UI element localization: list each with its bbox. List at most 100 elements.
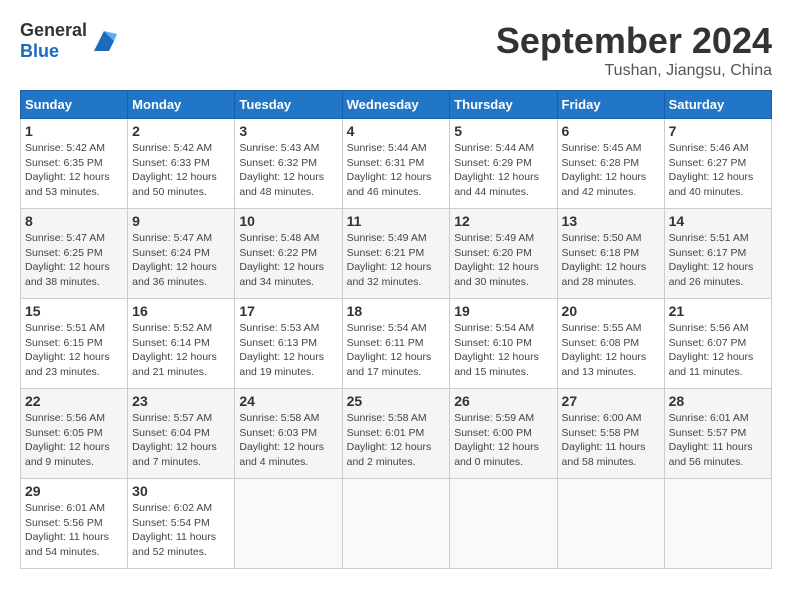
calendar-cell: 28 Sunrise: 6:01 AM Sunset: 5:57 PM Dayl… xyxy=(664,389,771,479)
calendar-cell: 23 Sunrise: 5:57 AM Sunset: 6:04 PM Dayl… xyxy=(128,389,235,479)
month-title: September 2024 xyxy=(496,20,772,62)
calendar-cell: 13 Sunrise: 5:50 AM Sunset: 6:18 PM Dayl… xyxy=(557,209,664,299)
calendar-header-sunday: Sunday xyxy=(21,91,128,119)
day-info: Sunrise: 6:00 AM Sunset: 5:58 PM Dayligh… xyxy=(562,411,660,470)
day-info: Sunrise: 5:43 AM Sunset: 6:32 PM Dayligh… xyxy=(239,141,337,200)
calendar-cell: 27 Sunrise: 6:00 AM Sunset: 5:58 PM Dayl… xyxy=(557,389,664,479)
calendar-week-3: 15 Sunrise: 5:51 AM Sunset: 6:15 PM Dayl… xyxy=(21,299,772,389)
calendar-cell: 3 Sunrise: 5:43 AM Sunset: 6:32 PM Dayli… xyxy=(235,119,342,209)
day-number: 23 xyxy=(132,393,230,409)
day-info: Sunrise: 5:59 AM Sunset: 6:00 PM Dayligh… xyxy=(454,411,552,470)
day-info: Sunrise: 5:42 AM Sunset: 6:35 PM Dayligh… xyxy=(25,141,123,200)
logo-general: General xyxy=(20,20,87,40)
day-number: 26 xyxy=(454,393,552,409)
day-info: Sunrise: 5:56 AM Sunset: 6:05 PM Dayligh… xyxy=(25,411,123,470)
calendar-cell: 2 Sunrise: 5:42 AM Sunset: 6:33 PM Dayli… xyxy=(128,119,235,209)
day-info: Sunrise: 6:02 AM Sunset: 5:54 PM Dayligh… xyxy=(132,501,230,560)
calendar-table: SundayMondayTuesdayWednesdayThursdayFrid… xyxy=(20,90,772,569)
day-info: Sunrise: 5:46 AM Sunset: 6:27 PM Dayligh… xyxy=(669,141,767,200)
calendar-week-1: 1 Sunrise: 5:42 AM Sunset: 6:35 PM Dayli… xyxy=(21,119,772,209)
calendar-cell xyxy=(342,479,450,569)
day-number: 3 xyxy=(239,123,337,139)
day-number: 6 xyxy=(562,123,660,139)
calendar-cell xyxy=(557,479,664,569)
day-number: 18 xyxy=(347,303,446,319)
day-number: 25 xyxy=(347,393,446,409)
day-info: Sunrise: 5:58 AM Sunset: 6:03 PM Dayligh… xyxy=(239,411,337,470)
day-number: 28 xyxy=(669,393,767,409)
day-info: Sunrise: 5:49 AM Sunset: 6:21 PM Dayligh… xyxy=(347,231,446,290)
calendar-cell: 26 Sunrise: 5:59 AM Sunset: 6:00 PM Dayl… xyxy=(450,389,557,479)
calendar-cell xyxy=(450,479,557,569)
day-number: 22 xyxy=(25,393,123,409)
logo-icon xyxy=(89,26,119,56)
day-info: Sunrise: 5:48 AM Sunset: 6:22 PM Dayligh… xyxy=(239,231,337,290)
day-info: Sunrise: 5:52 AM Sunset: 6:14 PM Dayligh… xyxy=(132,321,230,380)
calendar-cell xyxy=(235,479,342,569)
calendar-header-friday: Friday xyxy=(557,91,664,119)
day-info: Sunrise: 5:50 AM Sunset: 6:18 PM Dayligh… xyxy=(562,231,660,290)
location-title: Tushan, Jiangsu, China xyxy=(496,62,772,80)
calendar-cell: 14 Sunrise: 5:51 AM Sunset: 6:17 PM Dayl… xyxy=(664,209,771,299)
calendar-cell: 9 Sunrise: 5:47 AM Sunset: 6:24 PM Dayli… xyxy=(128,209,235,299)
day-number: 2 xyxy=(132,123,230,139)
day-info: Sunrise: 5:51 AM Sunset: 6:17 PM Dayligh… xyxy=(669,231,767,290)
calendar-cell: 5 Sunrise: 5:44 AM Sunset: 6:29 PM Dayli… xyxy=(450,119,557,209)
calendar-cell: 6 Sunrise: 5:45 AM Sunset: 6:28 PM Dayli… xyxy=(557,119,664,209)
calendar-header-tuesday: Tuesday xyxy=(235,91,342,119)
calendar-cell: 16 Sunrise: 5:52 AM Sunset: 6:14 PM Dayl… xyxy=(128,299,235,389)
day-number: 16 xyxy=(132,303,230,319)
calendar-cell xyxy=(664,479,771,569)
day-info: Sunrise: 5:49 AM Sunset: 6:20 PM Dayligh… xyxy=(454,231,552,290)
day-info: Sunrise: 6:01 AM Sunset: 5:57 PM Dayligh… xyxy=(669,411,767,470)
day-info: Sunrise: 5:51 AM Sunset: 6:15 PM Dayligh… xyxy=(25,321,123,380)
day-number: 14 xyxy=(669,213,767,229)
day-number: 19 xyxy=(454,303,552,319)
logo: General Blue xyxy=(20,20,119,62)
calendar-cell: 10 Sunrise: 5:48 AM Sunset: 6:22 PM Dayl… xyxy=(235,209,342,299)
day-info: Sunrise: 5:56 AM Sunset: 6:07 PM Dayligh… xyxy=(669,321,767,380)
calendar-cell: 21 Sunrise: 5:56 AM Sunset: 6:07 PM Dayl… xyxy=(664,299,771,389)
day-info: Sunrise: 5:45 AM Sunset: 6:28 PM Dayligh… xyxy=(562,141,660,200)
day-info: Sunrise: 5:55 AM Sunset: 6:08 PM Dayligh… xyxy=(562,321,660,380)
day-info: Sunrise: 5:44 AM Sunset: 6:29 PM Dayligh… xyxy=(454,141,552,200)
day-number: 8 xyxy=(25,213,123,229)
calendar-header-wednesday: Wednesday xyxy=(342,91,450,119)
calendar-header-monday: Monday xyxy=(128,91,235,119)
calendar-cell: 24 Sunrise: 5:58 AM Sunset: 6:03 PM Dayl… xyxy=(235,389,342,479)
calendar-cell: 22 Sunrise: 5:56 AM Sunset: 6:05 PM Dayl… xyxy=(21,389,128,479)
calendar-cell: 11 Sunrise: 5:49 AM Sunset: 6:21 PM Dayl… xyxy=(342,209,450,299)
day-info: Sunrise: 5:47 AM Sunset: 6:24 PM Dayligh… xyxy=(132,231,230,290)
day-number: 15 xyxy=(25,303,123,319)
calendar-cell: 25 Sunrise: 5:58 AM Sunset: 6:01 PM Dayl… xyxy=(342,389,450,479)
calendar-cell: 8 Sunrise: 5:47 AM Sunset: 6:25 PM Dayli… xyxy=(21,209,128,299)
title-section: September 2024 Tushan, Jiangsu, China xyxy=(496,20,772,80)
day-number: 27 xyxy=(562,393,660,409)
calendar-cell: 29 Sunrise: 6:01 AM Sunset: 5:56 PM Dayl… xyxy=(21,479,128,569)
day-info: Sunrise: 6:01 AM Sunset: 5:56 PM Dayligh… xyxy=(25,501,123,560)
day-info: Sunrise: 5:54 AM Sunset: 6:10 PM Dayligh… xyxy=(454,321,552,380)
day-number: 29 xyxy=(25,483,123,499)
day-info: Sunrise: 5:58 AM Sunset: 6:01 PM Dayligh… xyxy=(347,411,446,470)
day-number: 10 xyxy=(239,213,337,229)
day-info: Sunrise: 5:47 AM Sunset: 6:25 PM Dayligh… xyxy=(25,231,123,290)
calendar-week-2: 8 Sunrise: 5:47 AM Sunset: 6:25 PM Dayli… xyxy=(21,209,772,299)
calendar-week-4: 22 Sunrise: 5:56 AM Sunset: 6:05 PM Dayl… xyxy=(21,389,772,479)
calendar-cell: 30 Sunrise: 6:02 AM Sunset: 5:54 PM Dayl… xyxy=(128,479,235,569)
logo-text: General Blue xyxy=(20,20,87,62)
day-number: 7 xyxy=(669,123,767,139)
calendar-cell: 17 Sunrise: 5:53 AM Sunset: 6:13 PM Dayl… xyxy=(235,299,342,389)
calendar-cell: 18 Sunrise: 5:54 AM Sunset: 6:11 PM Dayl… xyxy=(342,299,450,389)
day-number: 13 xyxy=(562,213,660,229)
day-number: 1 xyxy=(25,123,123,139)
day-number: 5 xyxy=(454,123,552,139)
calendar-cell: 7 Sunrise: 5:46 AM Sunset: 6:27 PM Dayli… xyxy=(664,119,771,209)
calendar-header-row: SundayMondayTuesdayWednesdayThursdayFrid… xyxy=(21,91,772,119)
day-number: 24 xyxy=(239,393,337,409)
calendar-cell: 19 Sunrise: 5:54 AM Sunset: 6:10 PM Dayl… xyxy=(450,299,557,389)
day-number: 11 xyxy=(347,213,446,229)
day-number: 20 xyxy=(562,303,660,319)
calendar-header-saturday: Saturday xyxy=(664,91,771,119)
day-info: Sunrise: 5:54 AM Sunset: 6:11 PM Dayligh… xyxy=(347,321,446,380)
day-number: 12 xyxy=(454,213,552,229)
